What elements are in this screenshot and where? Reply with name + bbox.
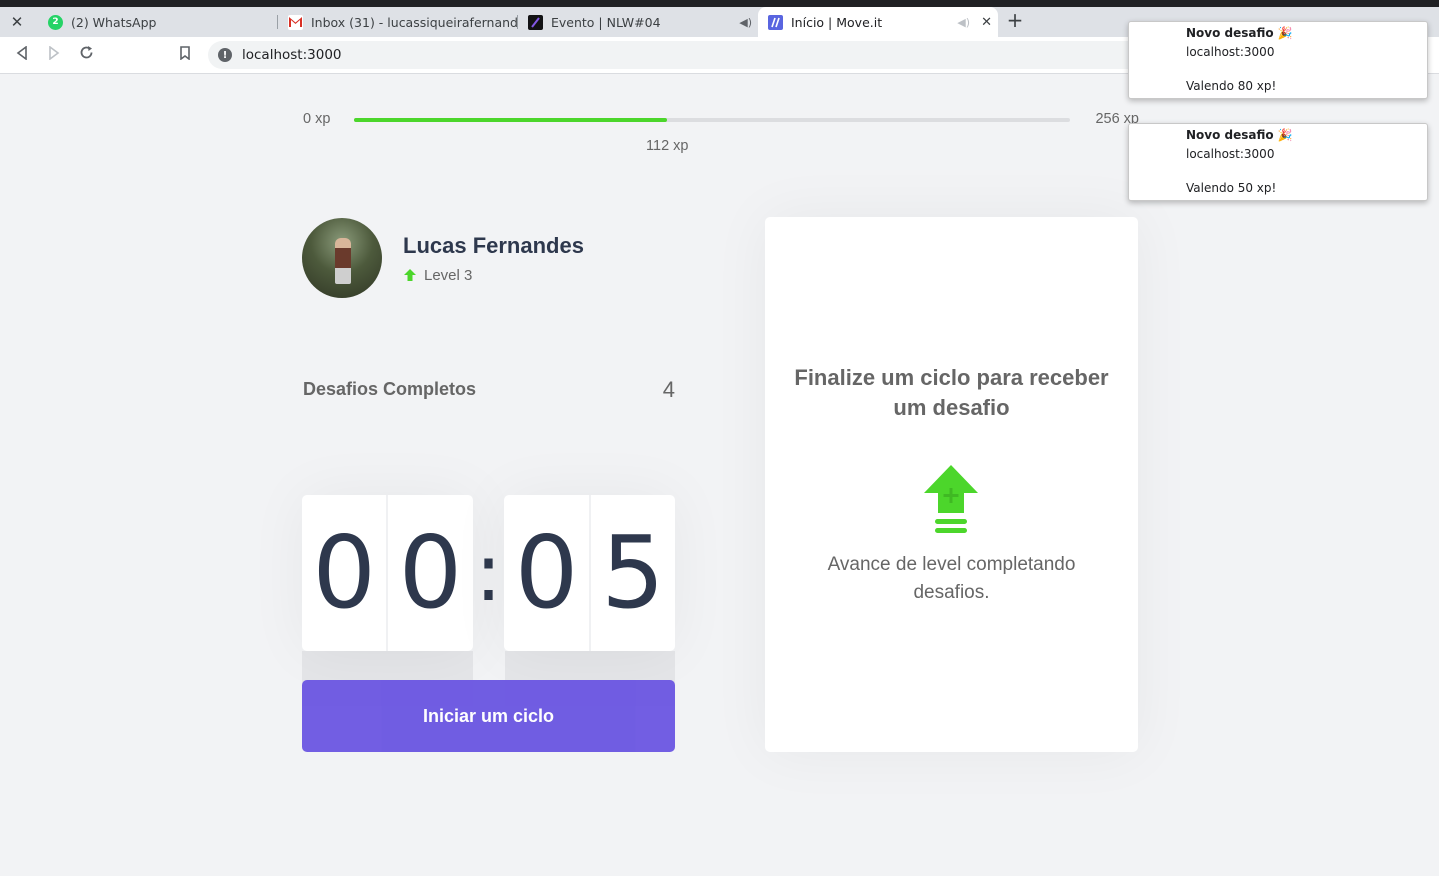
level-up-icon	[404, 269, 416, 281]
back-icon[interactable]	[11, 44, 33, 66]
moveit-icon	[768, 14, 783, 30]
gmail-icon	[288, 14, 303, 30]
challenge-box-text: Avance de level completando desafios.	[827, 554, 1076, 603]
profile-name: Lucas Fernandes	[403, 232, 584, 258]
countdown-digit: 5	[589, 495, 675, 651]
xp-min-label: 0 xp	[303, 111, 331, 127]
reload-icon[interactable]	[75, 44, 97, 66]
info-icon[interactable]: !	[218, 48, 232, 62]
countdown-digit: 0	[387, 495, 472, 651]
countdown-minutes: 0 0	[302, 495, 473, 651]
notification-title: Novo desafio 🎉	[1186, 26, 1293, 40]
notification-source: localhost:3000	[1186, 45, 1275, 59]
completed-challenges-count: 4	[662, 377, 675, 402]
experience-bar: 0 xp 112 xp 256 xp	[303, 109, 1139, 154]
whatsapp-icon: 2	[48, 14, 63, 30]
notification-body: Valendo 80 xp!	[1186, 79, 1277, 93]
tab-close-icon[interactable]: ✕	[981, 15, 992, 30]
challenge-box: Finalize um ciclo para receber um desafi…	[765, 217, 1138, 752]
new-tab-button[interactable]: +	[1003, 9, 1027, 33]
xp-fill	[354, 118, 668, 122]
profile-level: Level 3	[403, 267, 584, 284]
notification-source: localhost:3000	[1186, 147, 1275, 161]
tab-gmail[interactable]: Inbox (31) - lucassiqueirafernandes0	[278, 7, 518, 37]
speaker-muted-icon[interactable]: ◀)	[957, 16, 970, 29]
completed-challenges-label: Desafios Completos	[303, 379, 477, 399]
level-up-arrow-icon	[924, 465, 978, 533]
completed-challenges: Desafios Completos 4	[303, 375, 675, 403]
tab-whatsapp[interactable]: 2 (2) WhatsApp	[38, 7, 278, 37]
tab-moveit[interactable]: Início | Move.it ◀) ✕	[758, 7, 998, 37]
tab-label: Evento | NLW#04	[551, 14, 661, 30]
avatar	[302, 218, 382, 298]
tab-nlw[interactable]: Evento | NLW#04 ◀)	[518, 7, 758, 37]
profile-level-label: Level 3	[424, 266, 473, 284]
tab-label: Inbox (31) - lucassiqueirafernandes0	[311, 14, 518, 30]
address-bar[interactable]: ! localhost:3000	[208, 41, 1168, 69]
tab-label: Início | Move.it	[791, 14, 883, 30]
notification-body: Valendo 50 xp!	[1186, 181, 1277, 195]
url-text[interactable]: localhost:3000	[242, 47, 342, 63]
forward-icon[interactable]	[43, 44, 65, 66]
close-window-icon[interactable]: ✕	[6, 11, 28, 33]
tab-label: (2) WhatsApp	[71, 14, 157, 30]
countdown-seconds: 0 5	[504, 495, 676, 651]
xp-current-label: 112 xp	[646, 138, 689, 154]
notification-1[interactable]: Novo desafio 🎉 localhost:3000 Valendo 80…	[1128, 21, 1428, 99]
notification-2[interactable]: Novo desafio 🎉 localhost:3000 Valendo 50…	[1128, 123, 1428, 201]
bookmark-icon[interactable]	[174, 44, 196, 66]
profile-info: Lucas Fernandes Level 3	[403, 233, 584, 284]
countdown-separator: :	[475, 526, 502, 619]
start-cycle-button[interactable]: Iniciar um ciclo	[302, 680, 675, 752]
countdown-digit: 0	[302, 495, 388, 651]
rocketseat-icon	[528, 14, 543, 30]
window-top-strip	[0, 0, 1439, 7]
countdown-digit: 0	[504, 495, 590, 651]
countdown: 0 0 : 0 5	[302, 495, 676, 651]
notification-title: Novo desafio 🎉	[1186, 128, 1293, 142]
challenge-box-title: Finalize um ciclo para receber um desafi…	[794, 365, 1109, 420]
profile: Lucas Fernandes Level 3	[302, 218, 584, 298]
xp-track: 112 xp	[354, 118, 1070, 154]
avatar-person-figure	[335, 238, 351, 284]
speaker-icon[interactable]: ◀)	[739, 16, 752, 29]
